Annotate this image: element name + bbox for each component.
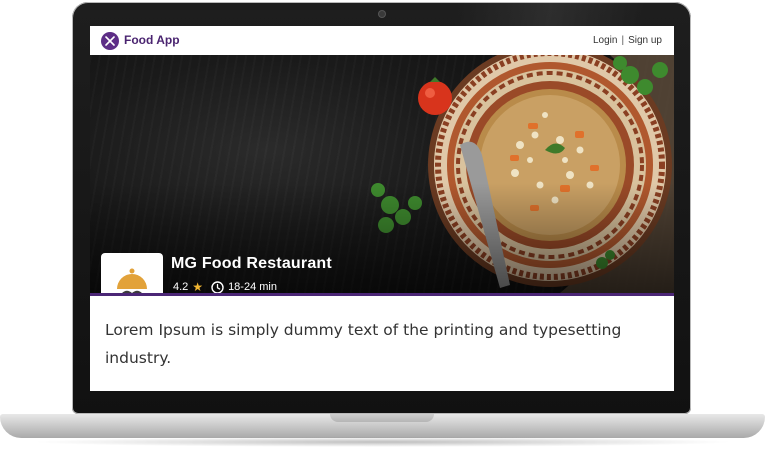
hero-underline — [90, 293, 674, 296]
navbar: Food App Login | Sign up — [90, 26, 674, 55]
cloche-icon — [117, 268, 147, 293]
hero-gradient-overlay — [90, 183, 674, 293]
hero-banner: MG Food Restaurant 4.2 ★ 18-24 min — [90, 55, 674, 293]
laptop-screen: Food App Login | Sign up MG Food Restaur… — [90, 26, 674, 391]
link-separator: | — [621, 35, 625, 46]
auth-links: Login | Sign up — [593, 35, 662, 46]
delivery-time: 18-24 min — [228, 281, 277, 293]
login-link[interactable]: Login — [593, 35, 617, 46]
restaurant-name: MG Food Restaurant — [171, 255, 332, 272]
brand-name[interactable]: Food App — [124, 33, 180, 47]
laptop-shadow — [30, 437, 735, 447]
rating-value: 4.2 — [173, 281, 189, 293]
restaurant-meta: 4.2 ★ 18-24 min — [173, 280, 277, 293]
restaurant-logo — [101, 253, 163, 293]
restaurant-description: Lorem Ipsum is simply dummy text of the … — [105, 321, 622, 367]
clock-icon — [211, 280, 224, 293]
webcam — [379, 11, 385, 17]
star-icon: ★ — [192, 280, 204, 293]
signup-link[interactable]: Sign up — [628, 35, 662, 46]
utensils-logo-icon[interactable] — [101, 32, 119, 50]
laptop-base-notch — [330, 414, 434, 422]
